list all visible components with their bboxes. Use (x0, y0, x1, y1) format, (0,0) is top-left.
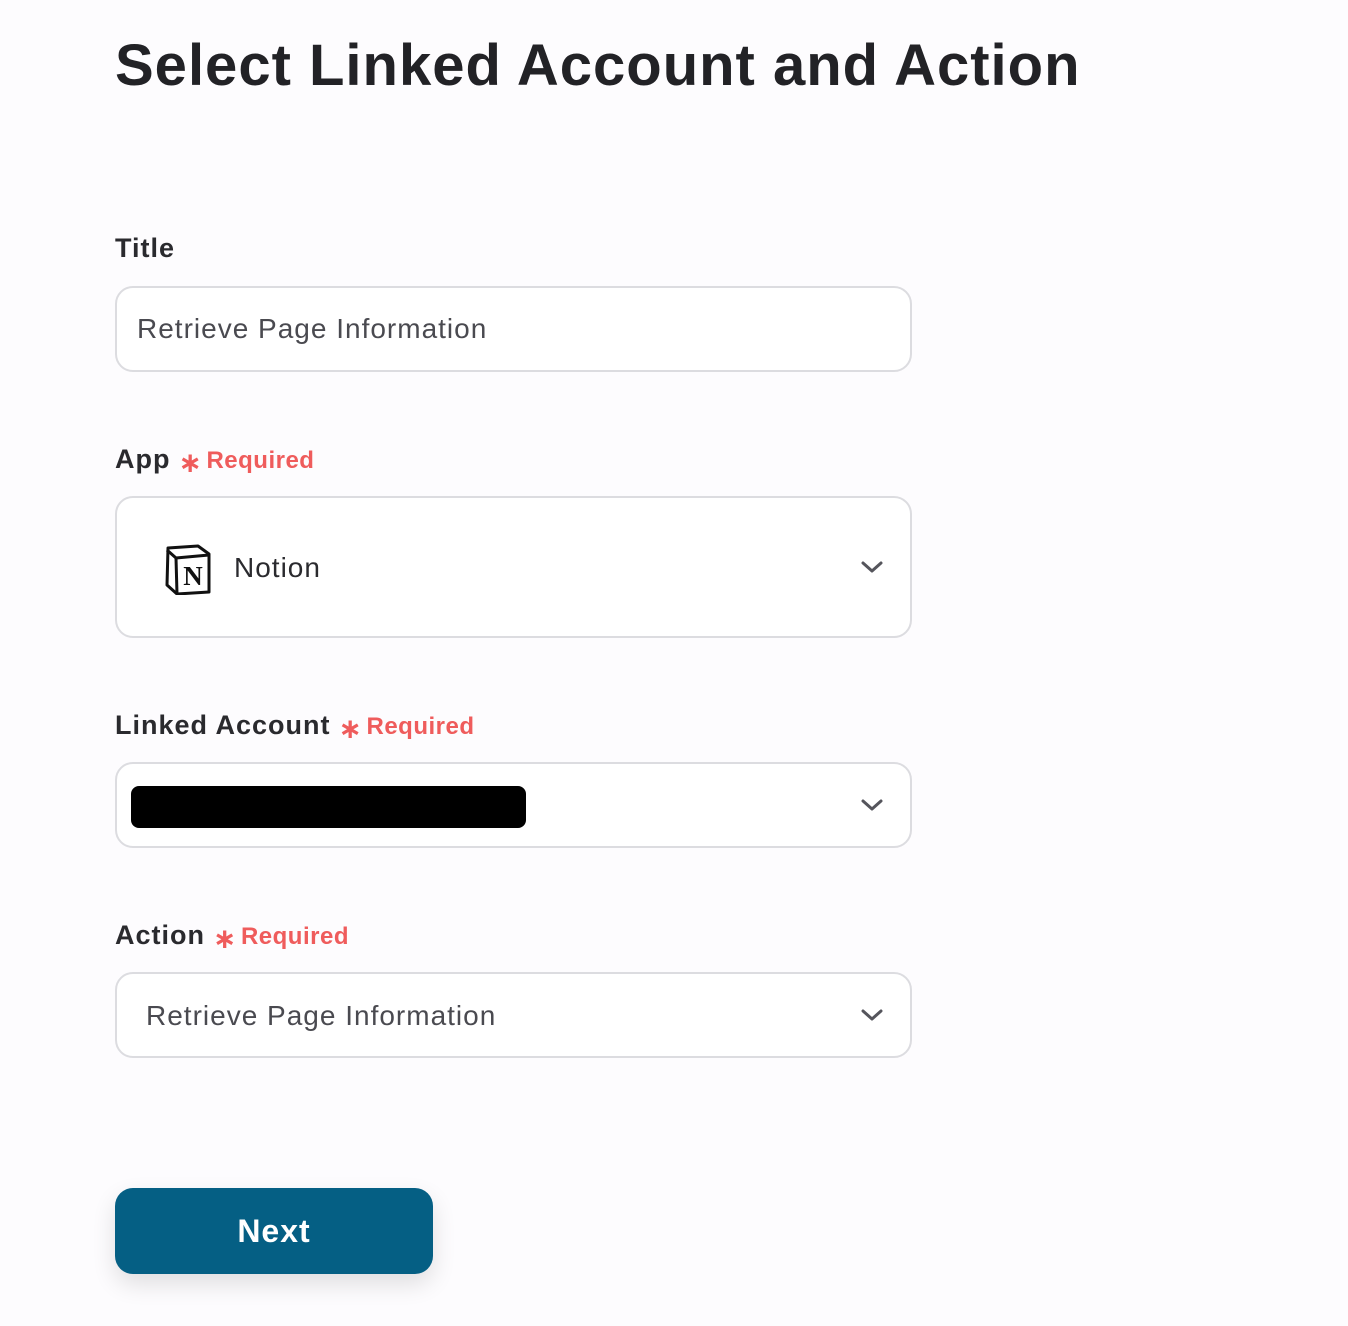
required-indicator: ∗ Required (213, 919, 349, 954)
title-input[interactable] (137, 288, 877, 370)
action-select[interactable]: Retrieve Page Information (115, 972, 912, 1058)
linked-account-label: Linked Account ∗ Required (115, 709, 475, 744)
notion-logo-icon: N (165, 544, 211, 595)
action-label-text: Action (115, 920, 205, 950)
required-asterisk-icon: ∗ (178, 447, 203, 478)
chevron-down-icon (861, 799, 883, 811)
required-text: Required (366, 713, 475, 740)
next-button[interactable]: Next (115, 1188, 433, 1274)
required-indicator: ∗ Required (338, 709, 475, 744)
required-indicator: ∗ Required (178, 443, 315, 478)
app-label: App ∗ Required (115, 443, 315, 478)
linked-account-label-text: Linked Account (115, 710, 331, 740)
app-select[interactable]: N Notion (115, 496, 912, 638)
action-select-value: Retrieve Page Information (146, 1000, 497, 1031)
required-text: Required (206, 447, 315, 474)
linked-account-select[interactable] (115, 762, 912, 848)
title-label-text: Title (115, 233, 176, 263)
redacted-account-value (131, 786, 526, 828)
app-select-value: Notion (234, 552, 321, 583)
notion-logo-letter: N (183, 561, 203, 591)
required-asterisk-icon: ∗ (213, 923, 237, 954)
chevron-down-icon (861, 561, 883, 573)
title-label: Title (115, 232, 175, 264)
page-title: Select Linked Account and Action (115, 33, 1081, 98)
app-label-text: App (115, 444, 171, 474)
chevron-down-icon (861, 1009, 883, 1021)
required-text: Required (240, 923, 349, 950)
action-label: Action ∗ Required (115, 919, 349, 954)
title-field[interactable] (115, 286, 912, 372)
required-asterisk-icon: ∗ (338, 713, 363, 744)
